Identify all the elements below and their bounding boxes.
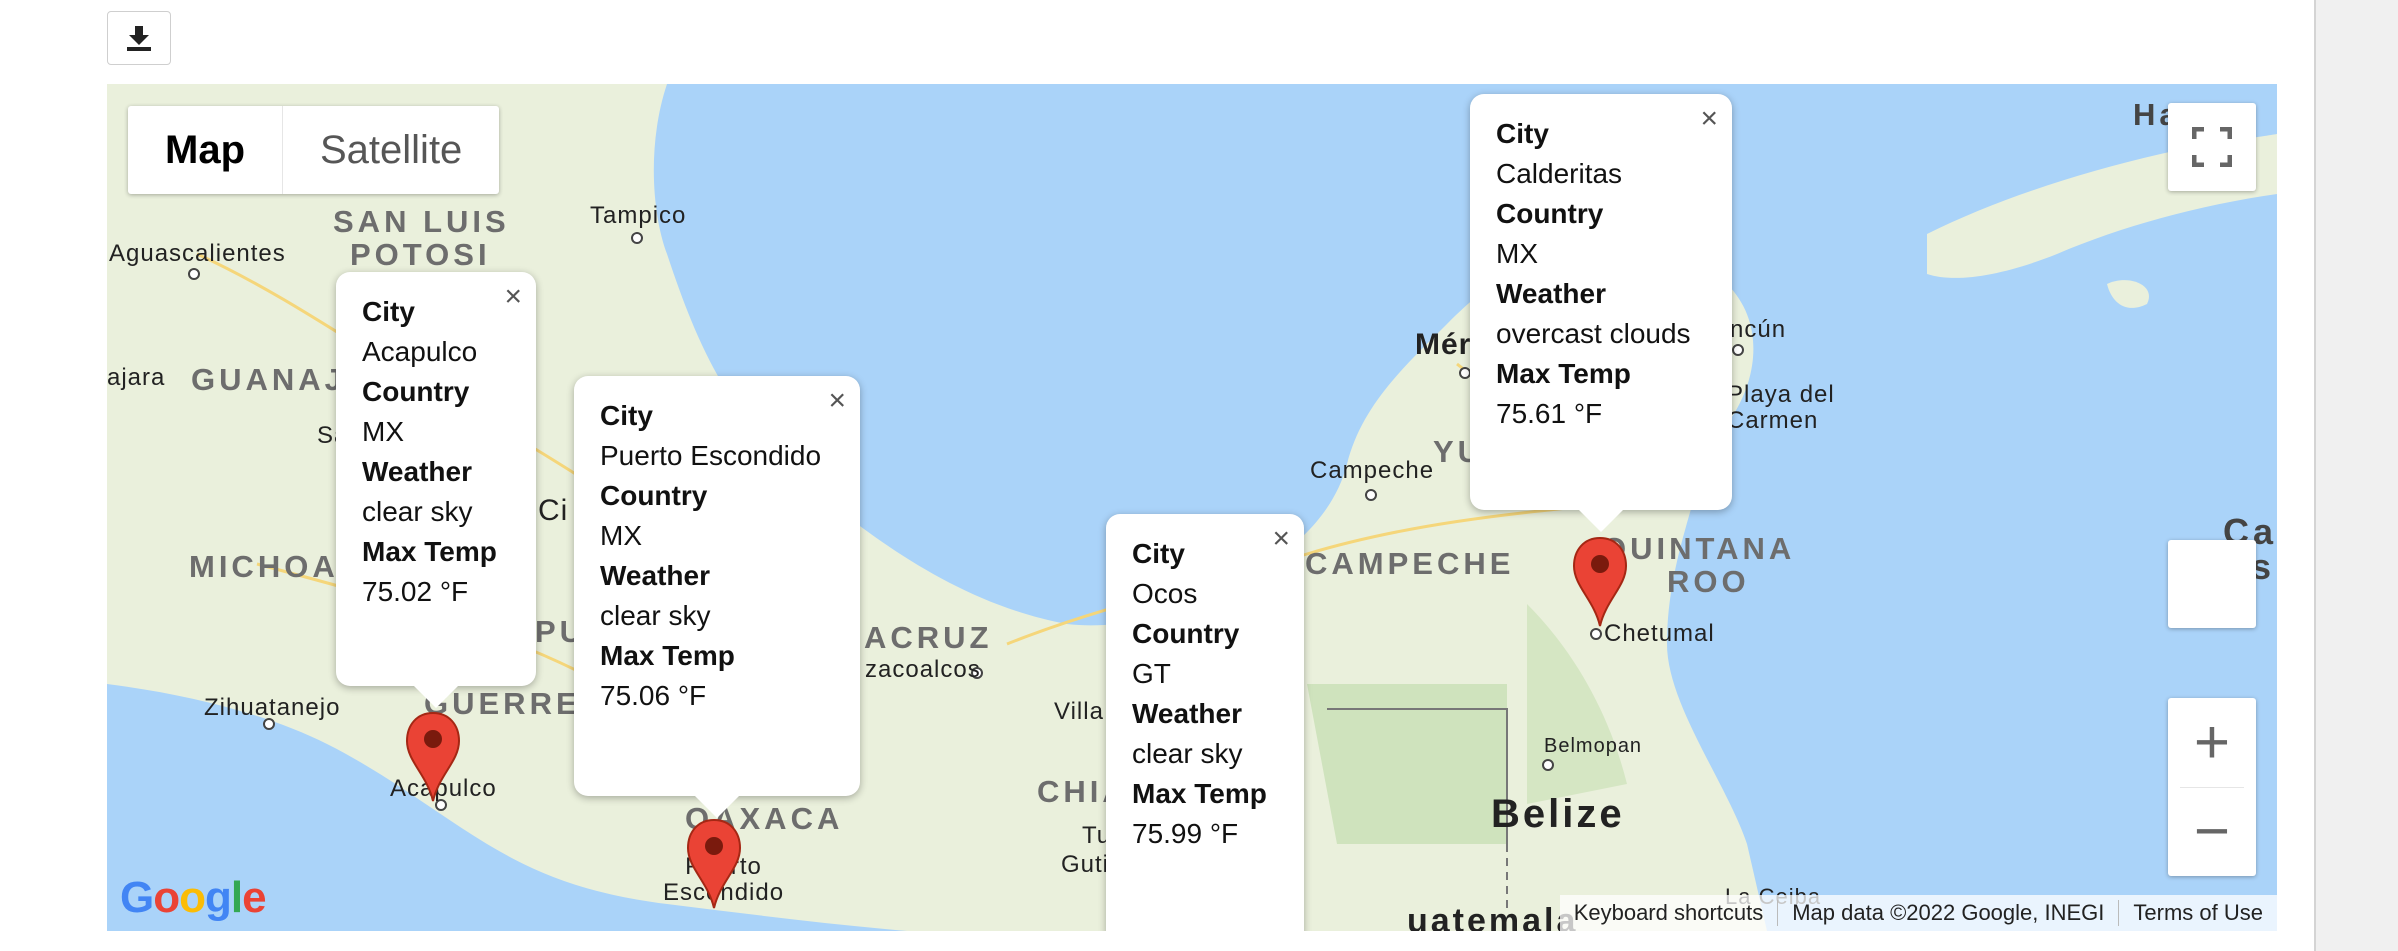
label-roo: ROO xyxy=(1667,564,1750,599)
city-label: City xyxy=(1496,118,1549,149)
weather-label: Weather xyxy=(1496,278,1606,309)
close-icon[interactable]: × xyxy=(504,282,522,312)
download-icon xyxy=(127,26,151,51)
marker-calderitas[interactable] xyxy=(1572,536,1628,628)
label-playa-del-carmen: Playa del Carmen xyxy=(1727,381,1835,434)
country-label: Country xyxy=(1132,618,1240,649)
country-value: MX xyxy=(1496,238,1538,269)
weather-label: Weather xyxy=(362,456,472,487)
infowindow-calderitas: × City Calderitas Country MX Weather ove… xyxy=(1470,94,1732,532)
weather-label: Weather xyxy=(1132,698,1242,729)
city-value: Ocos xyxy=(1132,578,1198,609)
city-value: Calderitas xyxy=(1496,158,1623,189)
fullscreen-icon xyxy=(2192,127,2232,167)
terms-of-use-link[interactable]: Terms of Use xyxy=(2119,900,2277,926)
label-aguascalientes: Aguascalientes xyxy=(109,240,286,267)
label-tampico: Tampico xyxy=(590,202,687,229)
max-temp-label: Max Temp xyxy=(1496,358,1631,389)
max-temp-value: 75.06 °F xyxy=(600,680,707,711)
infowindow-ocos: × City Ocos Country GT Weather clear sky… xyxy=(1106,514,1304,931)
label-quintana: QUINTANA xyxy=(1602,531,1796,566)
label-veracruz: ACRUZ xyxy=(864,620,993,655)
label-san-luis: SAN LUIS xyxy=(333,204,510,239)
label-zihuatanejo: Zihuatanejo xyxy=(204,694,341,721)
label-campeche-city: Campeche xyxy=(1310,457,1435,484)
map-type-control: Map Satellite xyxy=(128,106,500,194)
map-type-map-button[interactable]: Map xyxy=(128,106,283,194)
infowindow-puerto-escondido: × City Puerto Escondido Country MX Weath… xyxy=(574,376,860,818)
zoom-in-button[interactable]: + xyxy=(2168,698,2256,787)
google-logo[interactable]: Google xyxy=(120,873,267,923)
city-value: Puerto Escondido xyxy=(600,440,822,471)
max-temp-value: 75.99 °F xyxy=(1132,818,1239,849)
label-belize: Belize xyxy=(1491,792,1625,836)
keyboard-shortcuts-link[interactable]: Keyboard shortcuts xyxy=(1560,900,1779,926)
label-ci: Ci xyxy=(538,494,569,527)
map-data-text: Map data ©2022 Google, INEGI xyxy=(1778,900,2120,926)
marker-acapulco[interactable] xyxy=(405,711,461,803)
zoom-out-button[interactable]: − xyxy=(2168,787,2256,876)
max-temp-label: Max Temp xyxy=(600,640,735,671)
close-icon[interactable]: × xyxy=(1700,104,1718,134)
label-jara: ajara xyxy=(107,364,166,391)
download-button[interactable] xyxy=(107,11,171,65)
map-type-satellite-button[interactable]: Satellite xyxy=(283,106,499,194)
zoom-control: + − xyxy=(2168,698,2256,876)
fullscreen-button[interactable] xyxy=(2168,103,2256,191)
zoom-divider xyxy=(2180,787,2244,788)
city-label: City xyxy=(1132,538,1185,569)
label-merida: Mér xyxy=(1415,328,1472,361)
label-potosi: POTOSI xyxy=(350,237,491,272)
map-attribution: Keyboard shortcuts Map data ©2022 Google… xyxy=(1559,895,2277,931)
street-view-pegman-button[interactable] xyxy=(2168,540,2256,628)
label-guatemala: uatemala xyxy=(1407,902,1579,931)
country-label: Country xyxy=(1496,198,1604,229)
map-canvas[interactable]: Tampico SAN LUIS POTOSI Aguascalientes a… xyxy=(107,84,2277,931)
country-label: Country xyxy=(362,376,470,407)
country-value: MX xyxy=(600,520,642,551)
close-icon[interactable]: × xyxy=(1272,524,1290,554)
close-icon[interactable]: × xyxy=(828,386,846,416)
label-coatzacoalcos: zacoalcos xyxy=(865,656,981,683)
country-value: GT xyxy=(1132,658,1171,689)
label-guti: Guti xyxy=(1061,851,1110,878)
weather-value: clear sky xyxy=(362,496,473,527)
label-campeche-state: CAMPECHE xyxy=(1305,546,1515,581)
infowindow-acapulco: × City Acapulco Country MX Weather clear… xyxy=(336,272,536,708)
city-label: City xyxy=(362,296,415,327)
max-temp-value: 75.02 °F xyxy=(362,576,469,607)
label-belmopan: Belmopan xyxy=(1544,735,1643,757)
max-temp-label: Max Temp xyxy=(362,536,497,567)
label-cancun: ncún xyxy=(1730,316,1787,343)
country-value: MX xyxy=(362,416,404,447)
city-value: Acapulco xyxy=(362,336,478,367)
country-label: Country xyxy=(600,480,708,511)
label-villa: Villa xyxy=(1054,698,1104,725)
city-label: City xyxy=(600,400,653,431)
weather-value: overcast clouds xyxy=(1496,318,1691,349)
max-temp-value: 75.61 °F xyxy=(1496,398,1603,429)
weather-value: clear sky xyxy=(600,600,711,631)
max-temp-label: Max Temp xyxy=(1132,778,1267,809)
weather-label: Weather xyxy=(600,560,710,591)
page-scrollbar[interactable] xyxy=(2314,0,2398,951)
weather-value: clear sky xyxy=(1132,738,1243,769)
marker-puerto-escondido[interactable] xyxy=(686,818,742,910)
